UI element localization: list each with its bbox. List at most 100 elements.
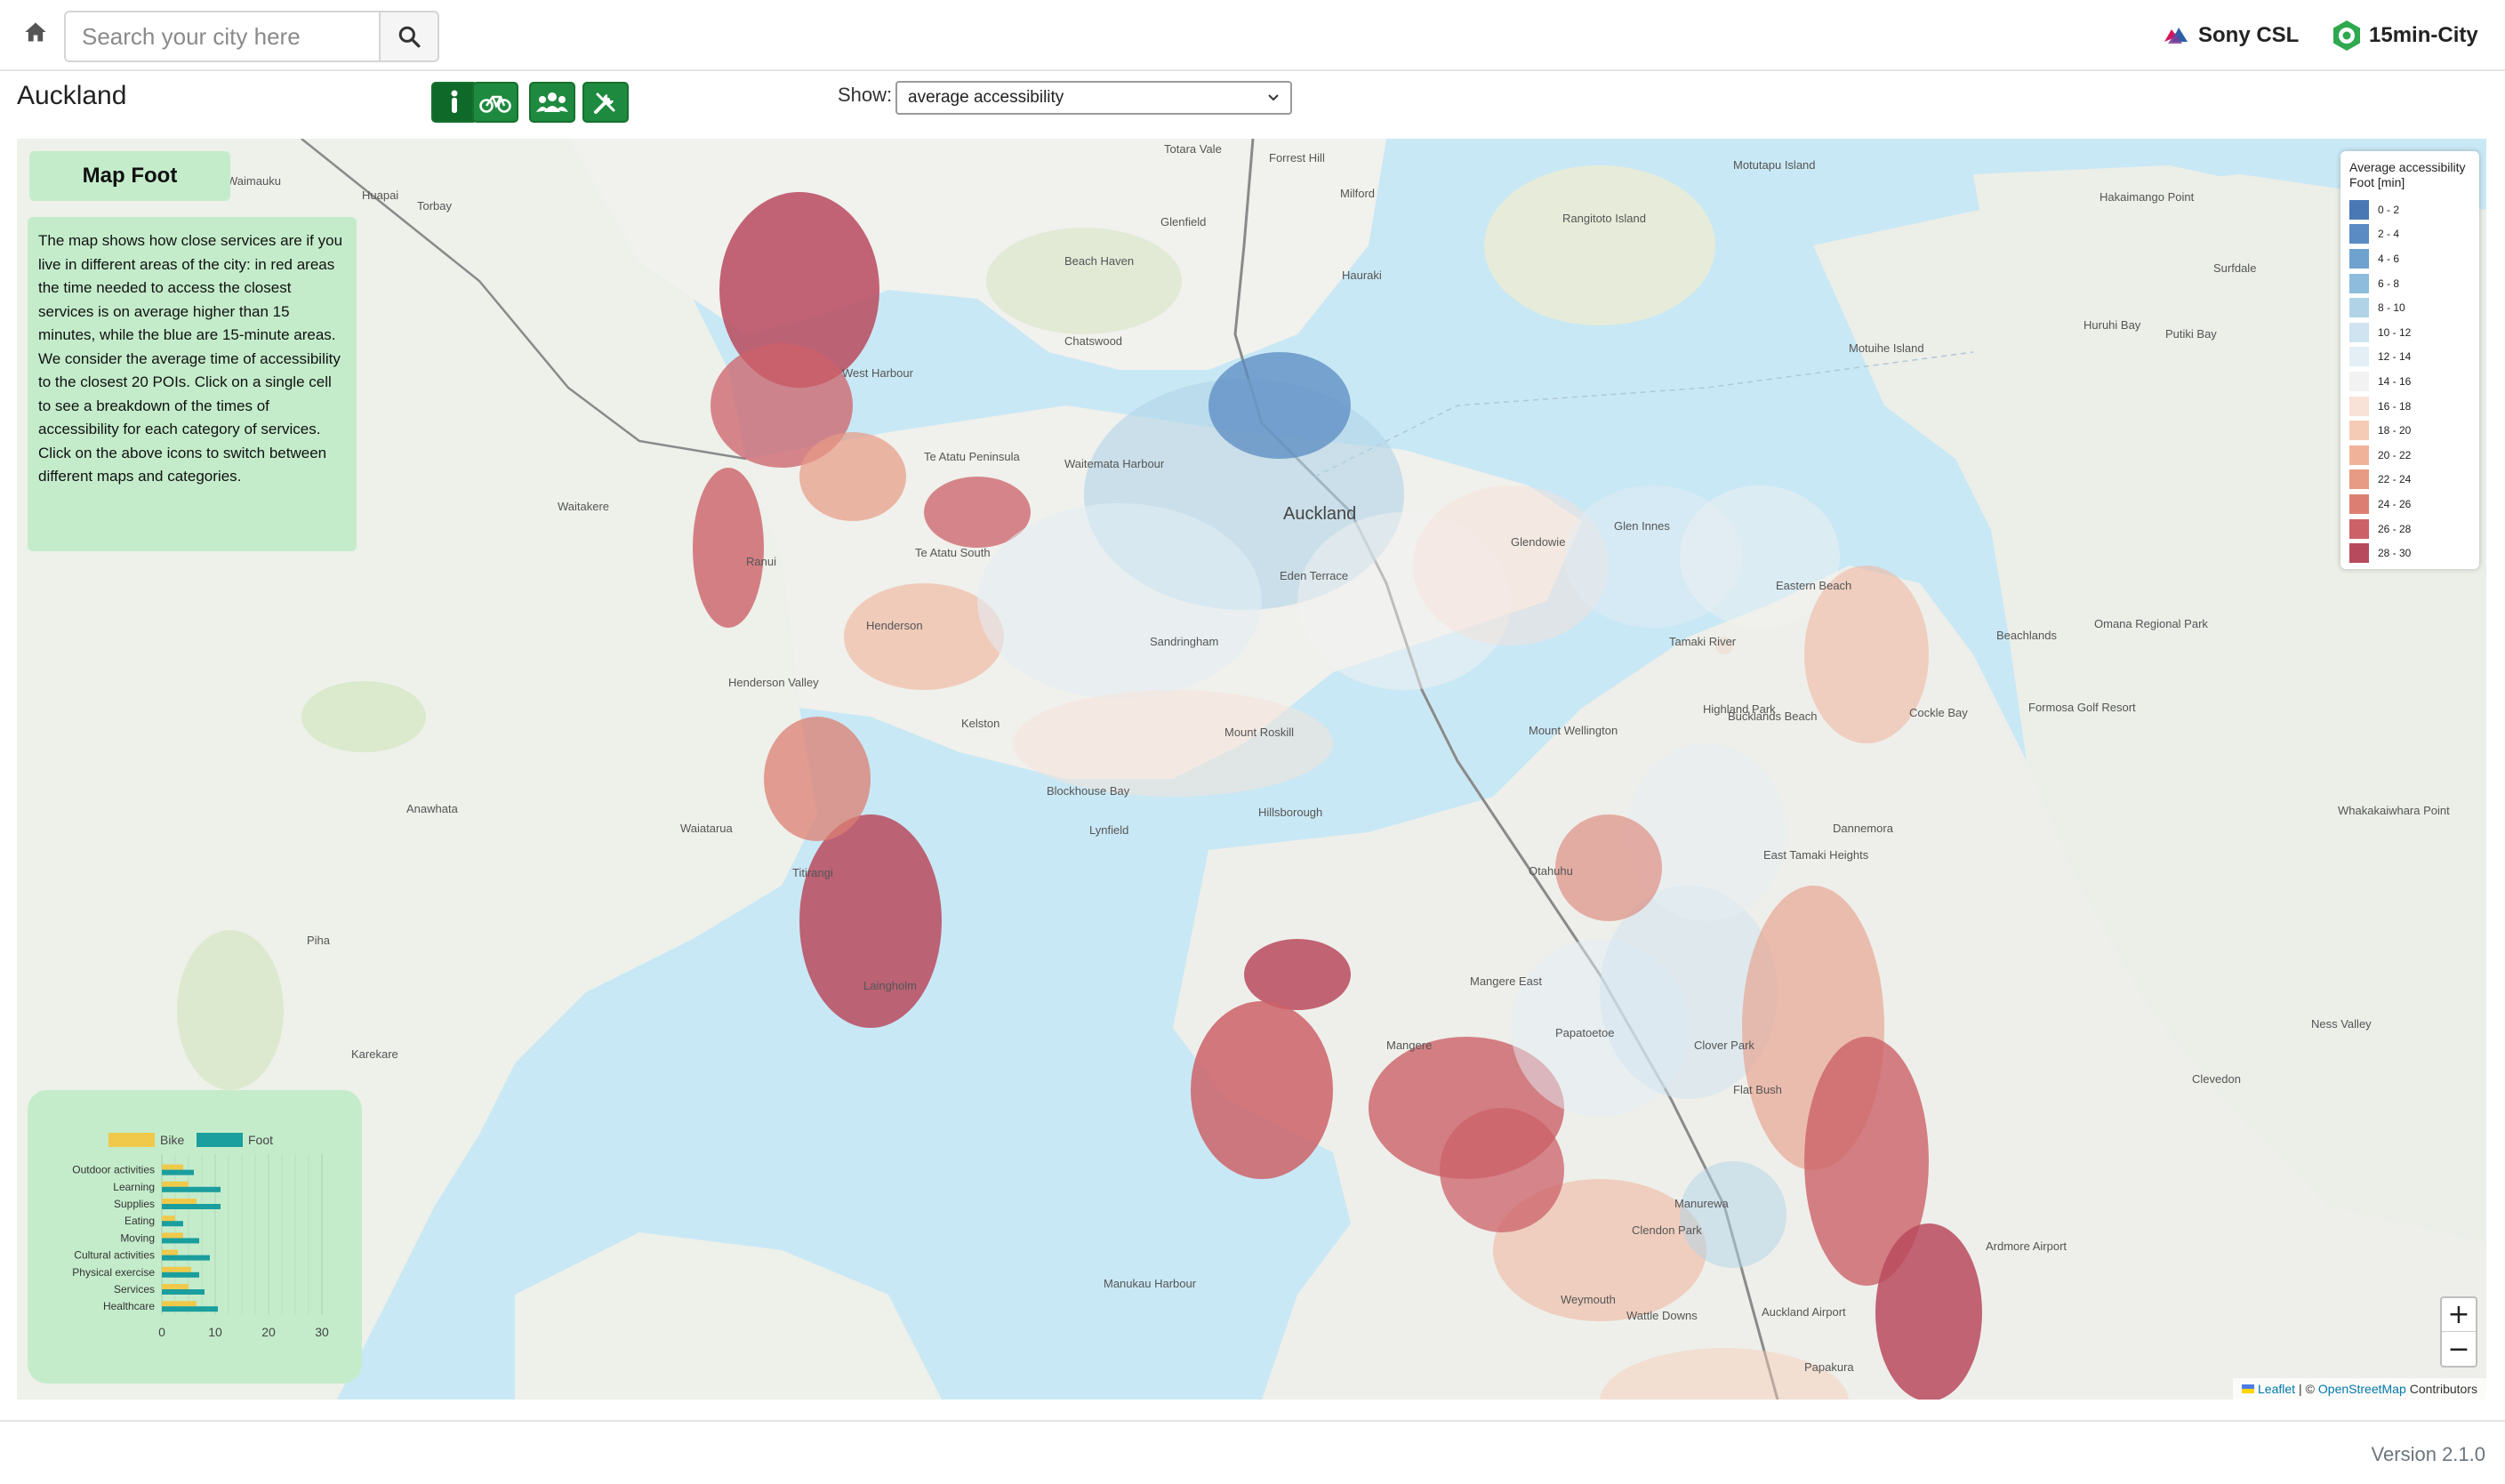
legend-label: 28 - 30 bbox=[2378, 547, 2412, 560]
chart-bar bbox=[162, 1199, 197, 1204]
attribution-sep: | © bbox=[2299, 1382, 2315, 1396]
legend-label: 0 - 2 bbox=[2378, 203, 2400, 216]
chart-bar bbox=[162, 1204, 221, 1209]
search-button[interactable] bbox=[379, 11, 439, 62]
place-label: Torbay bbox=[417, 199, 453, 213]
legend-item: 20 - 22 bbox=[2349, 443, 2470, 468]
legend-label: 22 - 24 bbox=[2378, 473, 2412, 486]
legend-label: 26 - 28 bbox=[2378, 522, 2412, 535]
place-label: Mangere bbox=[1386, 1039, 1432, 1052]
legend-swatch bbox=[2349, 543, 2369, 564]
place-label: Motuihe Island bbox=[1849, 341, 1924, 355]
map-canvas[interactable]: Torbay Totara Vale Forrest Hill Milford Waim… bbox=[17, 139, 2486, 1400]
place-label: Glen Innes bbox=[1614, 519, 1670, 533]
bike-icon bbox=[479, 95, 511, 113]
place-label: Ness Valley bbox=[2311, 1017, 2372, 1031]
legend-label: 20 - 22 bbox=[2378, 448, 2412, 461]
place-label: East Tamaki Heights bbox=[1763, 848, 1869, 862]
place-label: Laingholm bbox=[863, 979, 917, 992]
accessibility-zone bbox=[1244, 939, 1351, 1010]
legend-swatch bbox=[2349, 371, 2369, 391]
legend-label: 6 - 8 bbox=[2378, 277, 2400, 290]
legend-swatch bbox=[2349, 248, 2369, 269]
zoom-in-button[interactable]: + bbox=[2442, 1298, 2476, 1332]
map-base-layer: Torbay Totara Vale Forrest Hill Milford Waim… bbox=[17, 139, 2486, 1400]
place-label: Papakura bbox=[1804, 1360, 1854, 1374]
map-title: Map Foot bbox=[29, 151, 230, 201]
legend-label: 8 - 10 bbox=[2378, 301, 2405, 315]
legend-item: 26 - 28 bbox=[2349, 517, 2470, 541]
legend-label: 10 - 12 bbox=[2378, 325, 2412, 339]
accessibility-zone bbox=[1208, 352, 1351, 459]
place-label: Ranui bbox=[746, 555, 776, 568]
chart-category-label: Eating bbox=[124, 1215, 155, 1227]
place-label: Rangitoto Island bbox=[1562, 212, 1646, 225]
sony-csl-link[interactable]: Sony CSL bbox=[2161, 20, 2299, 52]
mode-bike-button[interactable] bbox=[472, 82, 518, 123]
place-label: Wattle Downs bbox=[1626, 1309, 1698, 1322]
chart-bar bbox=[162, 1181, 189, 1187]
zoom-out-button[interactable]: − bbox=[2442, 1332, 2476, 1366]
show-label: Show: bbox=[838, 84, 893, 106]
footer: Version 2.1.0 bbox=[0, 1420, 2505, 1484]
place-label: Kelston bbox=[961, 717, 1000, 730]
home-icon[interactable] bbox=[23, 20, 48, 44]
search-input[interactable] bbox=[64, 11, 381, 62]
legend-label: 12 - 14 bbox=[2378, 350, 2412, 364]
chart-legend-swatch bbox=[197, 1133, 243, 1147]
mode-tools-button[interactable] bbox=[582, 82, 629, 123]
mode-foot-button[interactable] bbox=[431, 82, 478, 123]
search-icon bbox=[398, 26, 421, 48]
legend-swatch bbox=[2349, 518, 2369, 539]
version-value: 2.1.0 bbox=[2442, 1443, 2485, 1465]
legend-item: 14 - 16 bbox=[2349, 369, 2470, 394]
zoom-control: + − bbox=[2440, 1296, 2477, 1368]
accessibility-zone bbox=[1013, 690, 1333, 797]
chevron-down-icon bbox=[1268, 94, 1279, 101]
place-label: Glendowie bbox=[1511, 535, 1565, 549]
15min-city-link[interactable]: 15min-City bbox=[2330, 20, 2478, 52]
accessibility-zone bbox=[799, 432, 906, 521]
chart-tick-label: 10 bbox=[208, 1325, 222, 1339]
metric-select[interactable]: average accessibility bbox=[895, 81, 1292, 115]
place-label: Eastern Beach bbox=[1776, 579, 1851, 592]
legend-item: 2 - 4 bbox=[2349, 222, 2470, 247]
legend-swatch bbox=[2349, 421, 2369, 441]
chart-tick-label: 20 bbox=[261, 1325, 276, 1339]
chart-bar bbox=[162, 1266, 191, 1272]
place-label: Henderson Valley bbox=[728, 676, 819, 689]
legend-item: 8 - 10 bbox=[2349, 295, 2470, 320]
legend-swatch bbox=[2349, 199, 2369, 220]
accessibility-zone bbox=[693, 468, 764, 628]
city-title: Auckland bbox=[17, 81, 127, 110]
place-label: Auckland bbox=[1283, 504, 1356, 524]
chart-bar bbox=[162, 1284, 189, 1289]
legend-item: 28 - 30 bbox=[2349, 541, 2470, 566]
place-label: Manukau Harbour bbox=[1104, 1277, 1197, 1290]
place-label: Piha bbox=[307, 934, 331, 947]
chart-legend-label: Bike bbox=[160, 1133, 184, 1147]
legend-label: 14 - 16 bbox=[2378, 374, 2412, 388]
legend-item: 16 - 18 bbox=[2349, 394, 2470, 419]
chart-category-label: Supplies bbox=[114, 1198, 155, 1210]
15min-city-logo-icon bbox=[2333, 20, 2360, 51]
place-label: Papatoetoe bbox=[1555, 1026, 1615, 1039]
osm-link[interactable]: OpenStreetMap bbox=[2318, 1382, 2406, 1396]
chart-bar bbox=[162, 1289, 205, 1295]
top-navbar: Sony CSL 15min-City bbox=[0, 0, 2505, 71]
chart-bar bbox=[162, 1249, 178, 1255]
place-label: Milford bbox=[1340, 187, 1375, 200]
chart-category-label: Healthcare bbox=[103, 1300, 155, 1312]
accessibility-zone bbox=[799, 814, 942, 1028]
place-label: Waiatarua bbox=[680, 822, 734, 835]
leaflet-link[interactable]: Leaflet bbox=[2258, 1382, 2295, 1396]
place-label: Titirangi bbox=[792, 866, 833, 879]
legend-swatch bbox=[2349, 493, 2369, 514]
place-label: Ardmore Airport bbox=[1986, 1239, 2067, 1253]
chart-bar bbox=[162, 1306, 218, 1312]
group-icon bbox=[536, 92, 568, 112]
place-label: Anawhata bbox=[406, 802, 459, 815]
place-label: Lynfield bbox=[1089, 823, 1128, 837]
mode-group-button[interactable] bbox=[529, 82, 575, 123]
place-label: Beach Haven bbox=[1064, 254, 1134, 268]
